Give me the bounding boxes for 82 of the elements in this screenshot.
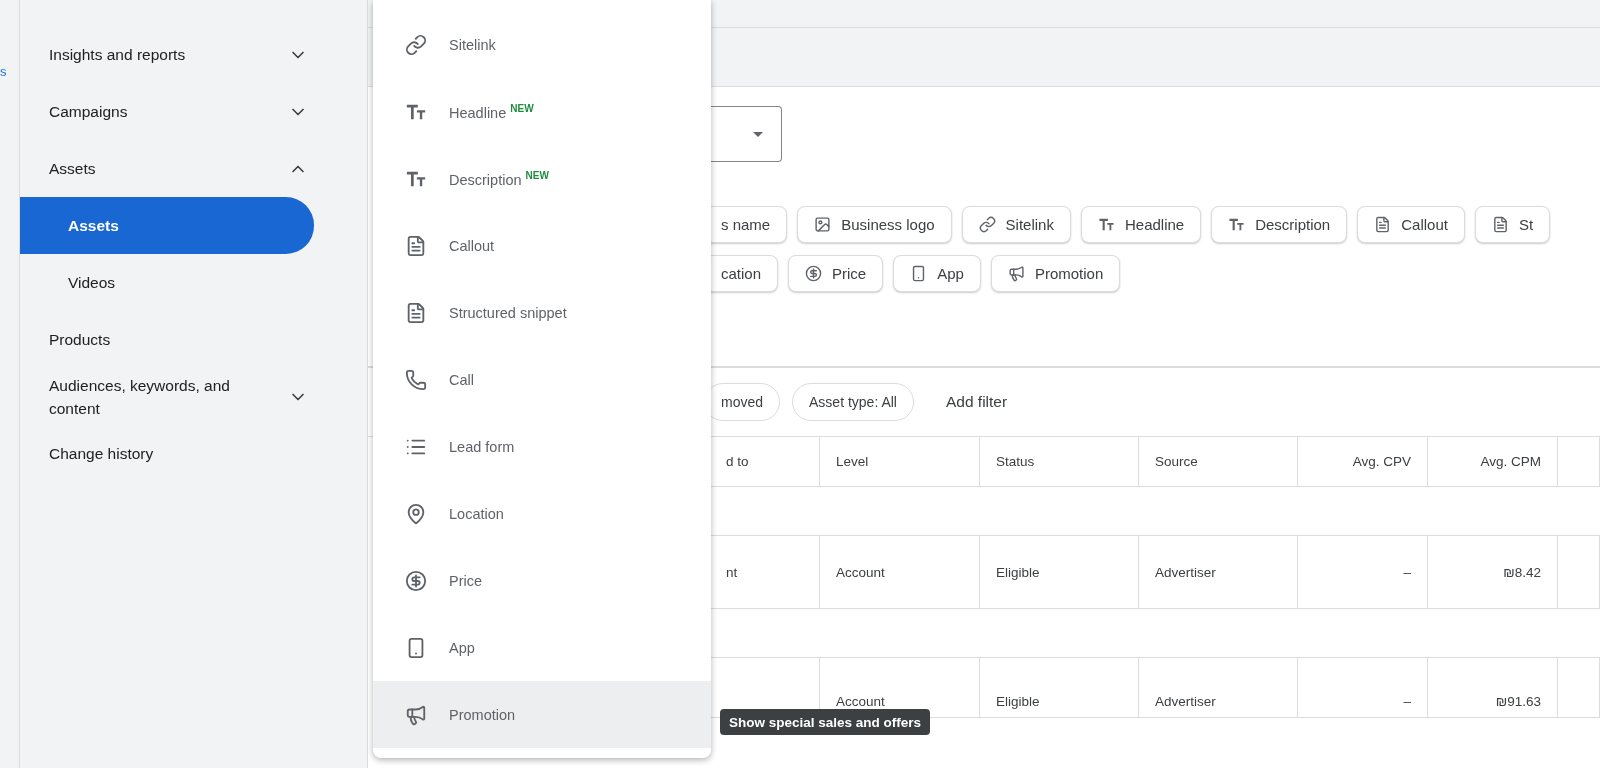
menu-item[interactable]: Callout bbox=[373, 212, 711, 279]
menu-item[interactable]: Lead form bbox=[373, 413, 711, 480]
asset-type-chip[interactable]: Business logo bbox=[797, 206, 952, 243]
menu-item-label: Description $^{NEW}$ bbox=[449, 169, 549, 188]
menu-item[interactable]: App bbox=[373, 614, 711, 681]
menu-item-label: Lead form bbox=[449, 438, 515, 455]
asset-type-chip[interactable]: Promotion bbox=[990, 255, 1121, 292]
table-cell: ₪91.63 bbox=[1495, 694, 1541, 709]
menu-item[interactable]: Description $^{NEW}$ bbox=[373, 145, 711, 212]
menu-item-label: Call bbox=[449, 371, 474, 388]
nav-label: Audiences, keywords, and content bbox=[49, 375, 231, 419]
menu-item-label: Callout bbox=[449, 237, 495, 254]
nav-item[interactable]: Products bbox=[20, 311, 368, 368]
menu-item-label: Promotion bbox=[449, 706, 516, 723]
asset-type-chip[interactable]: Sitelink bbox=[961, 206, 1071, 243]
text-size-icon bbox=[1228, 216, 1246, 233]
tooltip: Show special sales and offers bbox=[720, 709, 931, 735]
menu-item[interactable]: Headline $^{NEW}$ bbox=[373, 78, 711, 145]
asset-type-chip[interactable]: Description bbox=[1211, 206, 1348, 243]
asset-type-chip[interactable]: App bbox=[893, 255, 981, 292]
nav-subitem[interactable]: Videos bbox=[20, 254, 314, 311]
asset-type-chip[interactable]: Headline bbox=[1080, 206, 1202, 243]
megaphone-icon bbox=[1007, 265, 1025, 282]
nav-item[interactable]: Insights and reports bbox=[20, 26, 368, 83]
document-icon bbox=[1374, 216, 1392, 233]
table-cell: – bbox=[1403, 694, 1411, 709]
dollar-icon bbox=[805, 265, 823, 282]
menu-item-label: App bbox=[449, 639, 475, 656]
location-pin-icon bbox=[405, 502, 427, 525]
table-cell: – bbox=[1403, 564, 1411, 580]
nav-label: Change history bbox=[49, 444, 154, 464]
menu-item-label: Sitelink bbox=[449, 36, 496, 53]
menu-item[interactable]: Price bbox=[373, 547, 711, 614]
asset-type-chip[interactable]: Callout bbox=[1357, 206, 1465, 243]
table-cell: Account bbox=[836, 694, 885, 709]
link-icon bbox=[978, 216, 996, 233]
nav-label: Products bbox=[49, 330, 111, 350]
caret-icon bbox=[753, 131, 763, 137]
nav-item[interactable]: Campaigns bbox=[20, 83, 368, 140]
nav-label: Campaigns bbox=[49, 102, 128, 122]
column-header: Level bbox=[836, 454, 869, 469]
image-icon bbox=[814, 216, 832, 233]
nav-item[interactable]: Assets bbox=[20, 140, 368, 197]
nav-item[interactable]: Change history bbox=[20, 425, 368, 482]
asset-type-chip[interactable]: Price bbox=[788, 255, 884, 292]
menu-item[interactable]: Promotion bbox=[373, 681, 711, 748]
menu-item[interactable]: Structured snippet bbox=[373, 279, 711, 346]
column-header: Avg. CPM bbox=[1480, 454, 1541, 469]
nav-subitem[interactable]: Assets bbox=[20, 197, 314, 254]
menu-item[interactable]: Call bbox=[373, 346, 711, 413]
table-cell: ₪8.42 bbox=[1503, 564, 1541, 580]
table-cell: Account bbox=[836, 564, 885, 580]
menu-item[interactable]: Sitelink bbox=[373, 11, 711, 78]
nav-item[interactable]: Audiences, keywords, and content bbox=[20, 368, 368, 425]
document-icon bbox=[405, 234, 427, 257]
asset-type-chip[interactable]: St bbox=[1474, 206, 1551, 243]
document-icon bbox=[1491, 216, 1509, 233]
column-header: d to bbox=[726, 454, 749, 469]
column-header: Avg. CPV bbox=[1352, 454, 1411, 469]
filter-chip[interactable]: Asset type: All bbox=[792, 383, 914, 421]
menu-item-label: Price bbox=[449, 572, 483, 589]
rail-link[interactable]: s bbox=[0, 64, 7, 79]
text-size-icon bbox=[1097, 216, 1115, 233]
link-icon bbox=[405, 33, 427, 56]
table-cell: Eligible bbox=[996, 694, 1040, 709]
nav-label: Assets bbox=[49, 159, 96, 179]
table-cell: Advertiser bbox=[1155, 694, 1216, 709]
table-cell: nt bbox=[726, 564, 738, 580]
menu-item-label: Location bbox=[449, 505, 504, 522]
dollar-icon bbox=[405, 569, 427, 592]
add-filter-link[interactable]: Add filter bbox=[945, 393, 1008, 411]
column-header: Status bbox=[996, 454, 1035, 469]
document-icon bbox=[405, 301, 427, 324]
column-header: Source bbox=[1155, 454, 1198, 469]
phone-icon bbox=[405, 368, 427, 391]
nav-label: Insights and reports bbox=[49, 45, 186, 65]
table-cell: Eligible bbox=[996, 564, 1040, 580]
megaphone-icon bbox=[405, 703, 427, 726]
menu-item[interactable]: Location bbox=[373, 480, 711, 547]
menu-item-label: Headline $^{NEW}$ bbox=[449, 102, 534, 121]
table-cell: Advertiser bbox=[1155, 564, 1216, 580]
menu-item-label: Structured snippet bbox=[449, 304, 567, 321]
